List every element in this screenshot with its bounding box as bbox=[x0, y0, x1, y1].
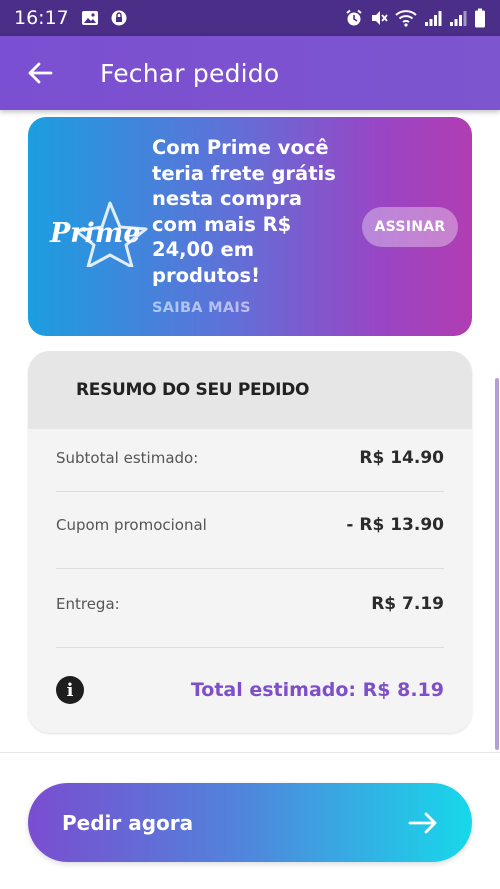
summary-header: RESUMO DO SEU PEDIDO bbox=[28, 351, 472, 429]
subtotal-value: R$ 14.90 bbox=[359, 448, 444, 468]
wifi-icon bbox=[395, 9, 417, 27]
divider bbox=[0, 752, 500, 753]
divider bbox=[56, 647, 444, 648]
app-bar: Fechar pedido bbox=[0, 36, 500, 110]
coupon-label: Cupom promocional bbox=[56, 516, 207, 534]
coupon-row: Cupom promocional - R$ 13.90 bbox=[56, 515, 444, 535]
divider bbox=[56, 568, 444, 569]
coupon-value: - R$ 13.90 bbox=[346, 515, 444, 535]
arrow-right-icon bbox=[408, 812, 438, 834]
image-icon bbox=[81, 10, 99, 26]
divider bbox=[56, 491, 444, 492]
arrow-left-icon bbox=[28, 62, 53, 84]
summary-title: RESUMO DO SEU PEDIDO bbox=[76, 380, 310, 400]
prime-logo: Prime bbox=[48, 197, 160, 269]
lock-icon bbox=[111, 9, 127, 27]
back-button[interactable] bbox=[22, 55, 58, 91]
prime-banner: Prime Com Prime você teria frete grátis … bbox=[28, 117, 472, 336]
alarm-icon bbox=[345, 9, 363, 27]
saiba-mais-link[interactable]: SAIBA MAIS bbox=[152, 300, 251, 316]
assinar-button[interactable]: ASSINAR bbox=[362, 207, 458, 247]
mute-icon bbox=[370, 9, 388, 27]
order-now-label: Pedir agora bbox=[62, 810, 194, 835]
prime-message: Com Prime você teria frete grátis nesta … bbox=[152, 136, 336, 287]
info-icon[interactable]: i bbox=[56, 676, 84, 704]
order-summary-card: RESUMO DO SEU PEDIDO Subtotal estimado: … bbox=[28, 351, 472, 733]
page-title: Fechar pedido bbox=[100, 58, 280, 88]
battery-icon bbox=[474, 8, 486, 28]
subtotal-row: Subtotal estimado: R$ 14.90 bbox=[56, 448, 444, 468]
prime-logo-text: Prime bbox=[49, 218, 141, 249]
delivery-label: Entrega: bbox=[56, 595, 120, 613]
status-time: 16:17 bbox=[14, 7, 69, 29]
delivery-value: R$ 7.19 bbox=[371, 594, 444, 614]
scrollbar[interactable] bbox=[495, 378, 499, 750]
order-now-button[interactable]: Pedir agora bbox=[28, 783, 472, 862]
subtotal-label: Subtotal estimado: bbox=[56, 449, 199, 467]
status-bar: 16:17 bbox=[0, 0, 500, 36]
signal-icon-2 bbox=[449, 9, 467, 27]
delivery-row: Entrega: R$ 7.19 bbox=[56, 594, 444, 614]
total-row: i Total estimado: R$ 8.19 bbox=[56, 676, 444, 704]
signal-icon bbox=[424, 9, 442, 27]
total-value: Total estimado: R$ 8.19 bbox=[190, 679, 444, 701]
